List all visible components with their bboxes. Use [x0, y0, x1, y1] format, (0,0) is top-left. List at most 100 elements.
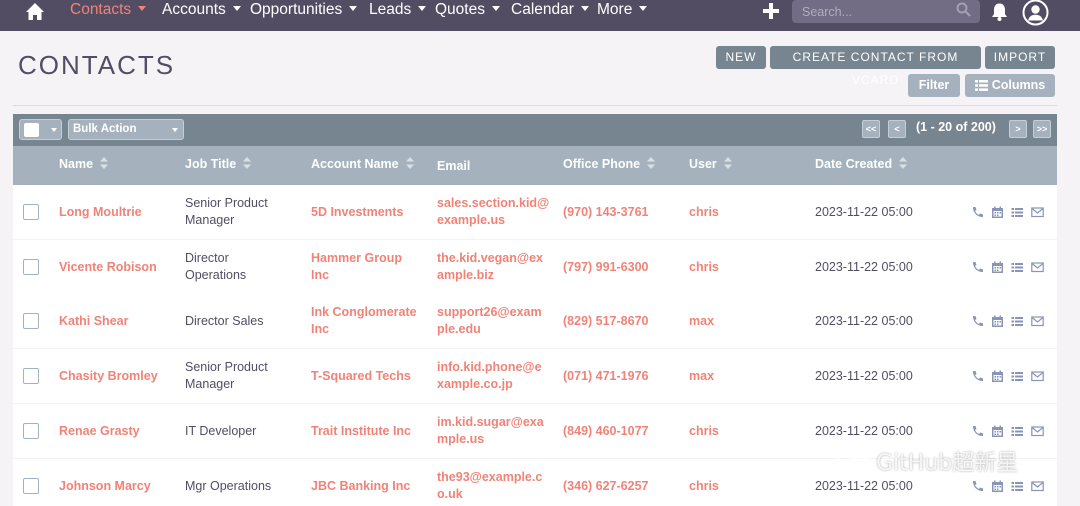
calendar-icon[interactable] [991, 206, 1004, 218]
contact-name-link[interactable]: Vicente Robison [59, 259, 157, 276]
col-job-title[interactable]: Job Title [185, 157, 252, 171]
account-name-link[interactable]: JBC Banking Inc [311, 478, 410, 495]
calendar-icon[interactable] [991, 315, 1004, 328]
phone-icon[interactable] [971, 370, 984, 382]
col-office-phone[interactable]: Office Phone [563, 157, 656, 171]
create-from-vcard-button[interactable]: CREATE CONTACT FROM VCARD [770, 46, 981, 87]
email-icon[interactable] [1031, 261, 1044, 273]
nav-more-label: More [597, 1, 633, 18]
tasks-icon[interactable] [1011, 315, 1024, 327]
email-link[interactable]: info.kid.phone@e xample.co.jp [437, 359, 542, 393]
contact-name-link[interactable]: Chasity Bromley [59, 368, 158, 385]
select-all-checkbox[interactable] [24, 123, 39, 137]
tasks-icon[interactable] [1011, 370, 1024, 382]
user-link[interactable]: max [689, 313, 714, 330]
nav-quotes[interactable]: Quotes [435, 1, 500, 23]
row-actions [971, 370, 1051, 384]
last-page-button[interactable]: >> [1033, 120, 1051, 138]
columns-button[interactable]: Columns [965, 74, 1055, 97]
first-page-button[interactable]: << [862, 120, 880, 138]
prev-page-button[interactable]: < [888, 120, 906, 138]
row-checkbox[interactable] [23, 477, 39, 494]
col-account-name[interactable]: Account Name [311, 157, 414, 171]
phone-icon[interactable] [971, 480, 984, 492]
phone-link[interactable]: (970) 143-3761 [563, 204, 648, 221]
contact-name-link[interactable]: Johnson Marcy [59, 478, 151, 495]
tasks-icon[interactable] [1011, 261, 1024, 273]
tasks-icon[interactable] [1011, 480, 1024, 492]
row-checkbox[interactable] [23, 313, 39, 330]
nav-leads[interactable]: Leads [369, 1, 427, 23]
calendar-icon[interactable] [991, 425, 1004, 437]
user-link[interactable]: chris [689, 423, 719, 440]
home-icon[interactable] [25, 2, 45, 22]
email-icon[interactable] [1031, 206, 1044, 218]
email-icon[interactable] [1031, 315, 1044, 327]
calendar-icon[interactable] [991, 261, 1004, 273]
nav-contacts[interactable]: Contacts [70, 1, 147, 23]
account-name-link[interactable]: Ink Conglomerate Inc [311, 304, 417, 338]
contact-name-text: Chasity Bromley [59, 369, 158, 384]
import-button[interactable]: IMPORT [985, 46, 1055, 69]
user-link[interactable]: chris [689, 204, 719, 221]
nav-accounts[interactable]: Accounts [162, 1, 241, 23]
search-icon[interactable] [956, 2, 971, 17]
account-name-line: T-Squared Techs [311, 369, 411, 384]
phone-link[interactable]: (829) 517-8670 [563, 313, 648, 330]
contact-name-link[interactable]: Long Moultrie [59, 204, 142, 221]
user-link[interactable]: chris [689, 478, 719, 495]
row-checkbox[interactable] [23, 422, 39, 439]
account-name-link[interactable]: 5D Investments [311, 204, 403, 221]
next-page-button[interactable]: > [1009, 120, 1027, 138]
email-link[interactable]: im.kid.sugar@exa mple.us [437, 414, 544, 448]
row-checkbox[interactable] [23, 258, 39, 275]
user-icon[interactable] [1022, 0, 1049, 26]
user-text: max [689, 369, 715, 384]
col-name[interactable]: Name [59, 157, 109, 171]
email-icon[interactable] [1031, 480, 1044, 492]
row-checkbox[interactable] [23, 204, 39, 220]
phone-icon[interactable] [971, 261, 984, 273]
plus-icon[interactable] [762, 2, 780, 20]
filter-button[interactable]: Filter [908, 74, 960, 97]
user-link[interactable]: max [689, 368, 714, 385]
phone-icon[interactable] [971, 425, 984, 437]
calendar-icon[interactable] [991, 480, 1004, 492]
header-divider [13, 105, 1057, 106]
email-link[interactable]: the93@example.c o.uk [437, 469, 542, 503]
new-button[interactable]: NEW [716, 46, 766, 69]
nav-more[interactable]: More [597, 1, 648, 23]
job-title-line: Director Sales [185, 314, 264, 329]
contact-name-link[interactable]: Kathi Shear [59, 313, 128, 330]
bell-icon[interactable] [990, 2, 1009, 22]
select-all-dropdown[interactable] [19, 119, 62, 140]
calendar-icon[interactable] [991, 370, 1004, 383]
user-link[interactable]: chris [689, 259, 719, 276]
contact-name-link[interactable]: Renae Grasty [59, 423, 140, 440]
col-date-created[interactable]: Date Created [815, 157, 908, 171]
email-link[interactable]: the.kid.vegan@ex ample.biz [437, 250, 543, 284]
account-name-link[interactable]: T-Squared Techs [311, 368, 411, 385]
bulk-action-dropdown[interactable]: Bulk Action [68, 119, 184, 140]
search-input[interactable] [802, 3, 952, 20]
phone-link[interactable]: (071) 471-1976 [563, 368, 648, 385]
nav-opportunities[interactable]: Opportunities [250, 1, 358, 23]
email-icon[interactable] [1031, 370, 1044, 382]
row-checkbox[interactable] [23, 368, 39, 385]
tasks-icon[interactable] [1011, 425, 1024, 437]
email-icon[interactable] [1031, 425, 1044, 437]
nav-calendar[interactable]: Calendar [511, 1, 589, 23]
phone-link[interactable]: (797) 991-6300 [563, 259, 648, 276]
email-link[interactable]: support26@exam ple.edu [437, 304, 542, 338]
phone-icon[interactable] [971, 206, 984, 218]
phone-icon[interactable] [971, 315, 984, 327]
phone-link[interactable]: (346) 627-6257 [563, 478, 648, 495]
email-link[interactable]: sales.section.kid@ example.us [437, 195, 549, 229]
account-name-link[interactable]: Trait Institute Inc [311, 423, 411, 440]
account-name-line: Inc [311, 267, 330, 282]
tasks-icon[interactable] [1011, 206, 1024, 218]
job-title: Senior Product Manager [185, 359, 268, 393]
col-user[interactable]: User [689, 157, 732, 171]
phone-link[interactable]: (849) 460-1077 [563, 423, 648, 440]
account-name-link[interactable]: Hammer Group Inc [311, 250, 402, 284]
